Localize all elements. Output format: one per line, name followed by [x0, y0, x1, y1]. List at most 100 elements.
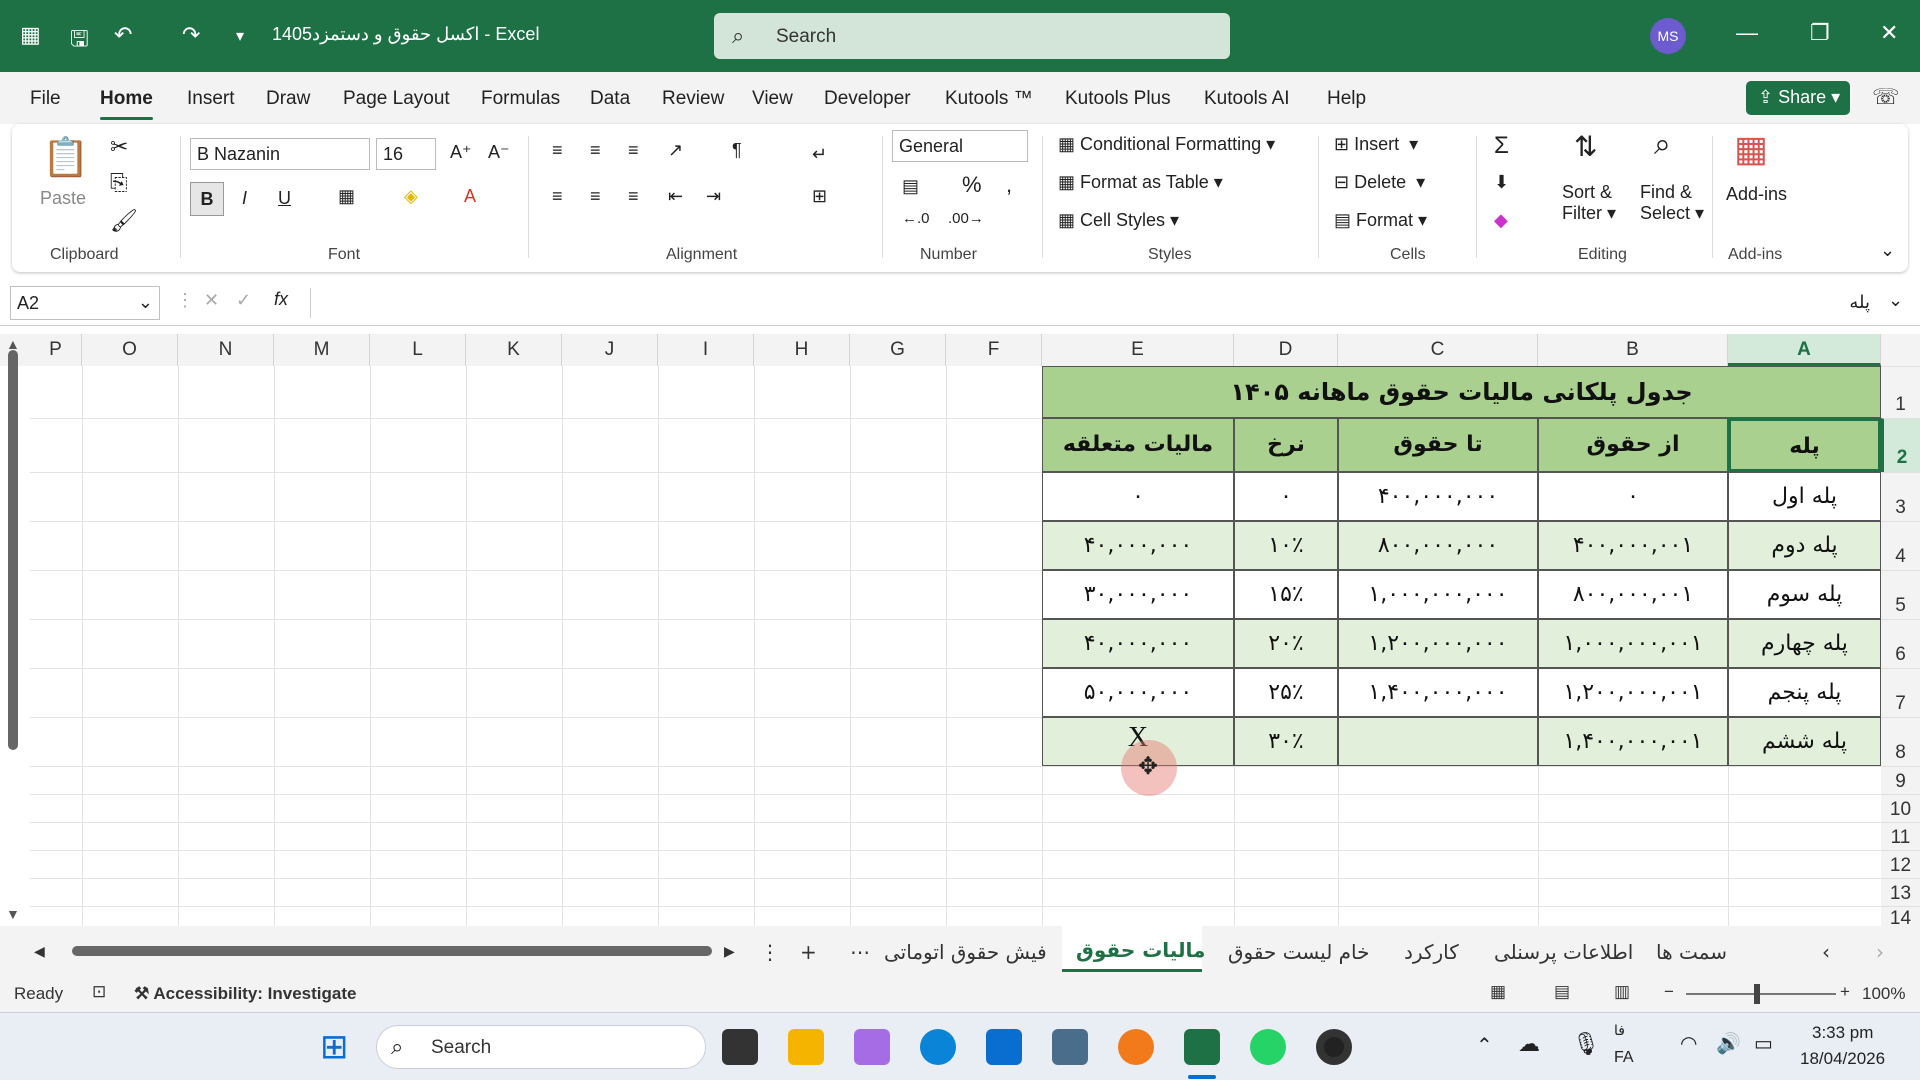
column-header[interactable]: J — [562, 334, 658, 366]
row-header[interactable]: 11 — [1881, 822, 1920, 850]
align-right-icon[interactable]: ≡ — [628, 186, 639, 207]
paste-icon[interactable]: 📋 — [42, 136, 89, 180]
tab-review[interactable]: Review — [662, 88, 724, 110]
tab-view[interactable]: View — [752, 88, 793, 110]
number-format-select[interactable]: General — [892, 130, 1028, 162]
table-cell[interactable]: ۰ — [1538, 472, 1728, 521]
format-painter-icon[interactable]: 🖌 — [110, 208, 138, 234]
store-icon[interactable] — [986, 1029, 1022, 1065]
zoom-out-icon[interactable]: − — [1664, 982, 1674, 1002]
customize-quick-access-icon[interactable]: ▾ — [236, 26, 244, 46]
task-view-icon[interactable] — [722, 1029, 758, 1065]
sheet-tab[interactable]: کارکرد — [1404, 940, 1459, 964]
row-header[interactable]: 7 — [1881, 668, 1920, 717]
scroll-tabs-right-icon[interactable]: › — [1876, 940, 1884, 964]
save-icon[interactable]: 🖫 — [70, 22, 89, 60]
column-header[interactable]: A — [1728, 334, 1881, 366]
expand-formula-bar-icon[interactable]: ⌄ — [1888, 290, 1903, 311]
more-options-icon[interactable]: ⋮ — [176, 290, 194, 311]
onedrive-icon[interactable]: ☁ — [1518, 1031, 1540, 1057]
more-sheets-button[interactable]: ⋯ — [850, 940, 870, 964]
column-header[interactable]: I — [658, 334, 754, 366]
zoom-slider[interactable] — [1686, 993, 1836, 995]
align-bottom-icon[interactable]: ≡ — [628, 140, 639, 161]
edge-icon[interactable] — [920, 1029, 956, 1065]
enter-icon[interactable]: ✓ — [236, 290, 251, 311]
header-cell[interactable]: نرخ — [1234, 418, 1338, 472]
table-cell[interactable]: ۰ — [1042, 472, 1234, 521]
table-cell[interactable]: ۴۰,۰۰۰,۰۰۰ — [1042, 619, 1234, 668]
more-options-icon[interactable]: ⋮ — [760, 940, 780, 964]
increase-font-icon[interactable]: A⁺ — [450, 142, 472, 163]
font-size-select[interactable]: 16 — [376, 138, 436, 170]
search-box[interactable]: ⌕ Search — [714, 13, 1230, 59]
row-header[interactable]: 14 — [1881, 906, 1920, 929]
delete-cells-button[interactable]: ⊟ Delete ▾ — [1334, 172, 1425, 193]
underline-button[interactable]: U — [278, 188, 291, 209]
table-cell[interactable]: پله پنجم — [1728, 668, 1881, 717]
header-cell[interactable]: پله — [1728, 418, 1881, 472]
table-cell[interactable]: ۱,۰۰۰,۰۰۰,۰۰۱ — [1538, 619, 1728, 668]
minimize-icon[interactable]: — — [1736, 20, 1758, 46]
redo-icon[interactable]: ↷ — [182, 22, 200, 48]
active-sheet-tab[interactable]: مالیات حقوق — [1062, 926, 1205, 972]
row-header[interactable]: 5 — [1881, 570, 1920, 619]
column-header[interactable]: L — [370, 334, 466, 366]
close-icon[interactable]: ✕ — [1880, 20, 1898, 46]
fill-color-icon[interactable]: ◈ — [404, 186, 418, 207]
copilot-icon[interactable] — [854, 1029, 890, 1065]
add-ins-button[interactable]: Add-ins — [1726, 184, 1787, 205]
copy-icon[interactable]: ⎘ — [110, 170, 128, 196]
fill-icon[interactable]: ⬇ — [1494, 172, 1509, 193]
language-indicator[interactable]: FA — [1614, 1049, 1634, 1067]
comma-style-icon[interactable]: , — [1006, 172, 1012, 198]
table-cell[interactable]: ۳۰٪ — [1234, 717, 1338, 766]
avatar[interactable]: MS — [1650, 18, 1686, 54]
align-middle-icon[interactable]: ≡ — [590, 140, 601, 161]
column-header[interactable]: K — [466, 334, 562, 366]
cell-styles-button[interactable]: ▦ Cell Styles ▾ — [1058, 210, 1179, 231]
find-select-button[interactable]: Find & Select ▾ — [1640, 182, 1704, 224]
column-header[interactable]: N — [178, 334, 274, 366]
table-cell[interactable]: ۱,۴۰۰,۰۰۰,۰۰۱ — [1538, 717, 1728, 766]
column-header[interactable]: P — [30, 334, 82, 366]
column-header[interactable]: G — [850, 334, 946, 366]
recorder-icon[interactable] — [1316, 1029, 1352, 1065]
zoom-level[interactable]: 100% — [1862, 984, 1905, 1004]
header-cell[interactable]: تا حقوق — [1338, 418, 1538, 472]
row-header[interactable]: 4 — [1881, 521, 1920, 570]
table-cell[interactable]: ۱۰٪ — [1234, 521, 1338, 570]
row-header[interactable]: 2 — [1881, 418, 1920, 472]
column-header[interactable]: F — [946, 334, 1042, 366]
table-cell[interactable]: ۱,۲۰۰,۰۰۰,۰۰۱ — [1538, 668, 1728, 717]
add-sheet-button[interactable]: + — [800, 940, 817, 964]
rtl-direction-icon[interactable]: ¶ — [732, 140, 742, 161]
accessibility-status[interactable]: ⚒ Accessibility: Investigate — [134, 984, 356, 1004]
table-cell[interactable]: ۸۰۰,۰۰۰,۰۰۰ — [1338, 521, 1538, 570]
scroll-left-icon[interactable]: ◀ — [34, 944, 45, 960]
scroll-right-icon[interactable]: ▶ — [724, 944, 735, 960]
decrease-font-icon[interactable]: A⁻ — [488, 142, 510, 163]
increase-indent-icon[interactable]: ⇥ — [706, 186, 721, 207]
table-cell[interactable]: ۳۰,۰۰۰,۰۰۰ — [1042, 570, 1234, 619]
worksheet-grid[interactable]: ▲ ▼ P O N M L K J I H G F E D C B A 1 2 … — [0, 326, 1920, 929]
cancel-icon[interactable]: ✕ — [204, 290, 219, 311]
sheet-tab[interactable]: خام لیست حقوق — [1228, 940, 1370, 964]
table-cell[interactable]: ۱,۲۰۰,۰۰۰,۰۰۰ — [1338, 619, 1538, 668]
tab-file[interactable]: File — [30, 88, 61, 110]
align-left-icon[interactable]: ≡ — [552, 186, 563, 207]
tab-insert[interactable]: Insert — [187, 88, 235, 110]
align-top-icon[interactable]: ≡ — [552, 140, 563, 161]
sheet-tab[interactable]: سمت ها — [1656, 940, 1727, 964]
formula-input[interactable]: پله — [310, 288, 1890, 318]
table-cell[interactable]: پله اول — [1728, 472, 1881, 521]
name-box[interactable]: A2 ⌄ — [10, 286, 160, 320]
photos-icon[interactable] — [1052, 1029, 1088, 1065]
clear-icon[interactable]: ◆ — [1494, 210, 1508, 231]
table-cell[interactable]: ۴۰۰,۰۰۰,۰۰۱ — [1538, 521, 1728, 570]
autosum-icon[interactable]: Σ — [1494, 132, 1509, 160]
scroll-tabs-left-icon[interactable]: ‹ — [1822, 940, 1830, 964]
table-cell[interactable]: پله ششم — [1728, 717, 1881, 766]
undo-icon[interactable]: ↶ — [114, 22, 132, 48]
file-explorer-icon[interactable] — [788, 1029, 824, 1065]
